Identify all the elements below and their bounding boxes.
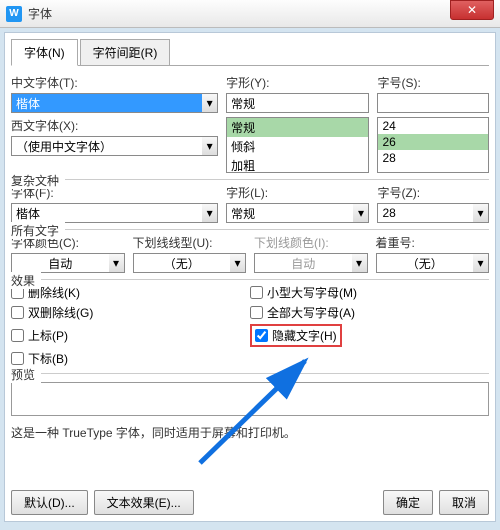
default-button[interactable]: 默认(D)... — [11, 490, 88, 515]
dstrike-label: 双删除线(G) — [28, 304, 93, 321]
dropdown-icon[interactable]: ▾ — [230, 253, 246, 273]
subscript-checkbox[interactable] — [11, 352, 24, 365]
tab-font[interactable]: 字体(N) — [11, 39, 78, 66]
superscript-checkbox[interactable] — [11, 329, 24, 342]
close-button[interactable]: ✕ — [450, 0, 494, 20]
complex-style-input[interactable] — [226, 203, 353, 223]
textfx-button[interactable]: 文本效果(E)... — [94, 490, 194, 515]
superscript-label: 上标(P) — [28, 327, 68, 344]
allchar-legend: 所有文字 — [11, 222, 65, 239]
app-icon: W — [6, 6, 22, 22]
tab-spacing[interactable]: 字符间距(R) — [80, 39, 171, 65]
subscript-label: 下标(B) — [28, 350, 68, 367]
hidden-checkbox[interactable] — [255, 329, 268, 342]
color-select[interactable] — [11, 253, 109, 273]
preview-box — [11, 382, 489, 416]
complex-font-input[interactable] — [11, 203, 202, 223]
west-font-input[interactable] — [11, 136, 202, 156]
cjk-font-label: 中文字体(T): — [11, 74, 218, 91]
dstrike-checkbox[interactable] — [11, 306, 24, 319]
allcaps-checkbox[interactable] — [250, 306, 263, 319]
complex-size-input[interactable] — [377, 203, 473, 223]
style-label: 字形(Y): — [226, 74, 369, 91]
west-font-dropdown[interactable]: ▾ — [202, 136, 218, 156]
size-label: 字号(S): — [377, 74, 489, 91]
dropdown-icon[interactable]: ▾ — [353, 203, 369, 223]
cjk-font-dropdown[interactable]: ▾ — [202, 93, 218, 113]
dropdown-icon[interactable]: ▾ — [473, 203, 489, 223]
list-item[interactable]: 26 — [378, 134, 488, 150]
cancel-button[interactable]: 取消 — [439, 490, 489, 515]
smallcaps-label: 小型大写字母(M) — [267, 284, 357, 301]
effects-legend: 效果 — [11, 272, 41, 289]
list-item[interactable]: 加粗 — [227, 156, 368, 173]
list-item[interactable]: 常规 — [227, 118, 368, 137]
ok-button[interactable]: 确定 — [383, 490, 433, 515]
dropdown-icon[interactable]: ▾ — [109, 253, 125, 273]
style-listbox[interactable]: 常规 倾斜 加粗 — [226, 117, 369, 173]
hidden-label: 隐藏文字(H) — [272, 327, 337, 344]
style-input[interactable] — [226, 93, 369, 113]
emphasis-select[interactable] — [376, 253, 474, 273]
dropdown-icon: ▾ — [352, 253, 368, 273]
smallcaps-checkbox[interactable] — [250, 286, 263, 299]
window-title: 字体 — [28, 5, 450, 22]
size-listbox[interactable]: 24 26 28 — [377, 117, 489, 173]
footer-note: 这是一种 TrueType 字体，同时适用于屏幕和打印机。 — [11, 424, 489, 441]
ulcolor-label: 下划线颜色(I): — [254, 234, 368, 251]
ulcolor-select — [254, 253, 352, 273]
complex-style-label: 字形(L): — [226, 184, 369, 201]
dropdown-icon[interactable]: ▾ — [473, 253, 489, 273]
complex-legend: 复杂文种 — [11, 172, 65, 189]
underline-select[interactable] — [133, 253, 231, 273]
emphasis-label: 着重号: — [376, 234, 490, 251]
complex-size-label: 字号(Z): — [377, 184, 489, 201]
dropdown-icon[interactable]: ▾ — [202, 203, 218, 223]
allcaps-label: 全部大写字母(A) — [267, 304, 355, 321]
list-item[interactable]: 24 — [378, 118, 488, 134]
size-input[interactable] — [377, 93, 489, 113]
cjk-font-input[interactable] — [11, 93, 202, 113]
preview-legend: 预览 — [11, 366, 41, 383]
underline-label: 下划线线型(U): — [133, 234, 247, 251]
list-item[interactable]: 28 — [378, 150, 488, 166]
west-font-label: 西文字体(X): — [11, 117, 218, 134]
close-icon: ✕ — [467, 3, 477, 17]
list-item[interactable]: 倾斜 — [227, 137, 368, 156]
